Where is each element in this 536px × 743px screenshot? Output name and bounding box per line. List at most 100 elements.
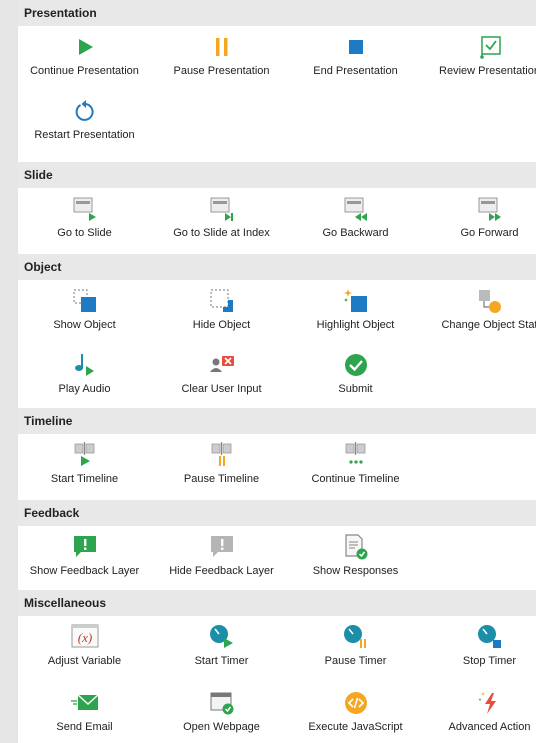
section-header-object: Object [18, 254, 536, 280]
item-label: Clear User Input [181, 383, 262, 395]
timeline-grid: Start Timeline Pause Timeline Continue T… [18, 434, 536, 500]
item-label: Adjust Variable [47, 655, 122, 667]
restart-presentation-button[interactable]: Restart Presentation [18, 94, 151, 142]
section-header-timeline: Timeline [18, 408, 536, 434]
item-label: Go to Slide at Index [173, 227, 270, 239]
item-label: Show Responses [312, 565, 399, 577]
continue-timeline-icon [345, 442, 365, 464]
continue-timeline-button[interactable]: Continue Timeline [289, 438, 422, 486]
variable-icon: (x) [71, 624, 98, 648]
change-object-state-icon [478, 290, 501, 313]
end-presentation-button[interactable]: End Presentation [289, 30, 422, 78]
play-audio-icon [74, 354, 94, 376]
hide-feedback-layer-button[interactable]: Hide Feedback Layer [155, 530, 288, 578]
item-label: End Presentation [313, 65, 398, 77]
item-label: Start Timeline [50, 473, 119, 485]
advanced-action-button[interactable]: Advanced Action [423, 686, 536, 734]
open-webpage-button[interactable]: Open Webpage [155, 686, 288, 734]
pause-icon [215, 38, 227, 56]
show-object-icon [73, 289, 96, 312]
javascript-icon [344, 692, 367, 714]
item-label: Send Email [56, 721, 113, 733]
item-label: Continue Presentation [30, 65, 139, 77]
item-label: Show Feedback Layer [29, 565, 140, 577]
go-to-slide-icon [73, 197, 96, 221]
play-audio-button[interactable]: Play Audio [18, 348, 151, 396]
svg-text:(x): (x) [77, 630, 91, 645]
item-label: Play Audio [58, 383, 111, 395]
go-backward-button[interactable]: Go Backward [289, 192, 422, 240]
go-forward-icon [478, 197, 501, 221]
section-header-feedback: Feedback [18, 500, 536, 526]
section-header-presentation: Presentation [18, 0, 536, 26]
restart-icon [75, 100, 94, 121]
pause-timer-icon [343, 625, 366, 648]
pause-timeline-button[interactable]: Pause Timeline [155, 438, 288, 486]
presentation-grid: Continue Presentation Pause Presentation… [18, 26, 536, 162]
slide-grid: Go to Slide Go to Slide at Index Go Back… [18, 188, 536, 254]
highlight-object-icon [343, 289, 367, 312]
highlight-object-button[interactable]: Highlight Object [289, 284, 422, 332]
hide-object-button[interactable]: Hide Object [155, 284, 288, 332]
pause-timeline-icon [211, 442, 231, 466]
review-presentation-button[interactable]: Review Presentation [423, 30, 536, 78]
go-to-slide-button[interactable]: Go to Slide [18, 192, 151, 240]
item-label: Hide Object [192, 319, 251, 331]
start-timer-icon [209, 625, 233, 648]
section-header-miscellaneous: Miscellaneous [18, 590, 536, 616]
show-feedback-layer-button[interactable]: Show Feedback Layer [18, 530, 151, 578]
show-object-button[interactable]: Show Object [18, 284, 151, 332]
send-email-button[interactable]: Send Email [18, 686, 151, 734]
item-label: Pause Timeline [183, 473, 260, 485]
go-to-slide-index-icon [210, 197, 233, 221]
item-label: Execute JavaScript [308, 721, 403, 733]
section-header-slide: Slide [18, 162, 536, 188]
pause-timer-button[interactable]: Pause Timer [289, 620, 422, 668]
item-label: Highlight Object [316, 319, 395, 331]
change-object-state-button[interactable]: Change Object Stat [423, 284, 536, 332]
adjust-variable-button[interactable]: (x) Adjust Variable [18, 620, 151, 668]
go-forward-button[interactable]: Go Forward [423, 192, 536, 240]
item-label: Submit [338, 383, 373, 395]
item-label: Review Presentation [439, 65, 536, 77]
execute-javascript-button[interactable]: Execute JavaScript [289, 686, 422, 734]
start-timeline-icon [74, 442, 94, 466]
hide-feedback-icon [210, 536, 233, 557]
advanced-action-icon [477, 692, 496, 714]
item-label: Go Backward [322, 227, 389, 239]
email-icon [70, 694, 98, 710]
go-to-slide-at-index-button[interactable]: Go to Slide at Index [155, 192, 288, 240]
item-label: Go to Slide [57, 227, 112, 239]
item-label: Show Object [53, 319, 116, 331]
item-label: Pause Presentation [173, 65, 270, 77]
stop-timer-icon [477, 625, 501, 648]
submit-icon [344, 354, 367, 376]
item-label: Continue Timeline [311, 473, 400, 485]
continue-presentation-button[interactable]: Continue Presentation [18, 30, 151, 78]
submit-button[interactable]: Submit [289, 348, 422, 396]
item-label: Restart Presentation [34, 129, 135, 141]
start-timeline-button[interactable]: Start Timeline [18, 438, 151, 486]
start-timer-button[interactable]: Start Timer [155, 620, 288, 668]
show-responses-button[interactable]: Show Responses [289, 530, 422, 578]
misc-grid: (x) Adjust Variable Start Timer Pause Ti… [18, 616, 536, 743]
stop-timer-button[interactable]: Stop Timer [423, 620, 536, 668]
webpage-icon [210, 692, 233, 715]
clear-user-input-button[interactable]: Clear User Input [155, 348, 288, 396]
item-label: Hide Feedback Layer [169, 565, 274, 577]
clear-input-icon [209, 356, 234, 372]
review-icon [479, 36, 501, 59]
show-feedback-icon [73, 536, 96, 557]
item-label: Go Forward [460, 227, 519, 239]
pause-presentation-button[interactable]: Pause Presentation [155, 30, 288, 78]
item-label: Advanced Action [448, 721, 531, 733]
show-responses-icon [344, 534, 367, 560]
item-label: Start Timer [194, 655, 249, 667]
play-icon [78, 39, 93, 55]
feedback-grid: Show Feedback Layer Hide Feedback Layer … [18, 526, 536, 590]
triggers-panel: Presentation Continue Presentation Pause… [18, 0, 536, 743]
item-label: Stop Timer [462, 655, 517, 667]
item-label: Pause Timer [324, 655, 387, 667]
hide-object-icon [210, 289, 233, 312]
item-label: Change Object Stat [441, 319, 536, 331]
